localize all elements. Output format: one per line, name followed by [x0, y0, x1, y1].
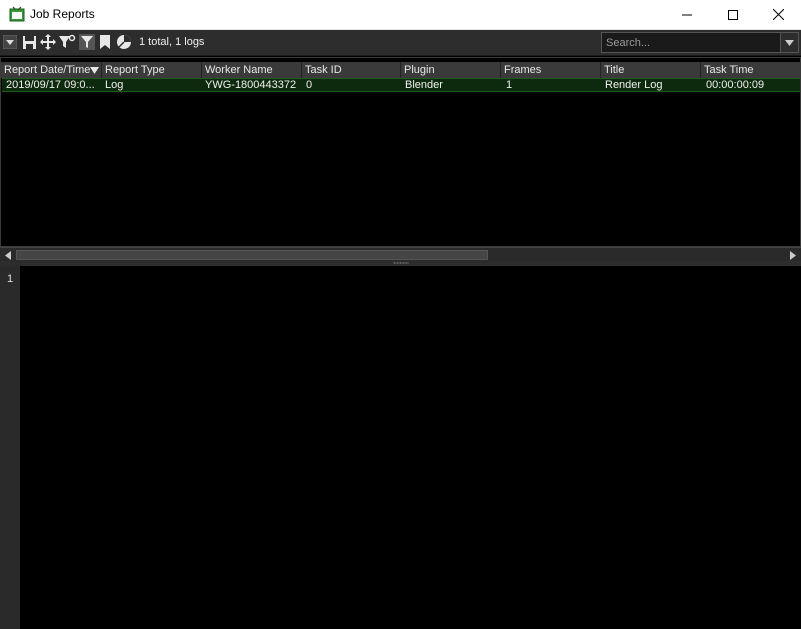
column-header-report-date-time[interactable]: Report Date/Time [1, 62, 102, 78]
scroll-left-button[interactable] [2, 249, 14, 261]
pie-chart-icon[interactable] [115, 33, 133, 51]
table-row[interactable]: 2019/09/17 09:0... Log YWG-1800443372 0 … [2, 78, 800, 92]
chevron-left-icon [5, 250, 11, 260]
column-header-plugin[interactable]: Plugin [401, 62, 501, 78]
menu-dropdown-icon[interactable] [2, 33, 18, 51]
line-number: 1 [7, 273, 14, 285]
search-dropdown-button[interactable] [780, 32, 799, 53]
close-button[interactable] [755, 0, 801, 29]
cell-report-type: Log [105, 79, 124, 91]
table-header: Report Date/Time Report Type Worker Name… [1, 62, 801, 78]
title-bar: Job Reports [0, 0, 801, 30]
column-header-worker-name[interactable]: Worker Name [202, 62, 302, 78]
horizontal-scrollbar[interactable] [0, 247, 801, 261]
move-icon[interactable] [39, 33, 57, 51]
chevron-down-icon [785, 39, 794, 46]
cell-task-id: 0 [306, 79, 313, 91]
filter-settings-icon[interactable] [58, 33, 76, 51]
sort-descending-icon [90, 67, 99, 74]
bookmark-icon[interactable] [98, 33, 112, 51]
scroll-right-button[interactable] [787, 249, 799, 261]
filter-icon[interactable] [78, 33, 96, 51]
splitter-grip-icon [393, 262, 409, 264]
cell-frames: 1 [506, 79, 513, 91]
column-header-task-id[interactable]: Task ID [302, 62, 401, 78]
maximize-button[interactable] [710, 0, 756, 29]
reports-table: Report Date/Time Report Type Worker Name… [0, 57, 801, 247]
close-icon [772, 9, 784, 20]
column-header-title[interactable]: Title [601, 62, 701, 78]
report-summary: 1 total, 1 logs [139, 36, 205, 48]
cell-task-time: 00:00:00:09 [706, 79, 765, 91]
line-number-gutter: 1 [0, 266, 20, 629]
app-icon [9, 6, 25, 22]
log-viewer[interactable]: 1 [0, 266, 801, 629]
window-title: Job Reports [30, 7, 95, 21]
minimize-icon [682, 14, 692, 15]
column-header-frames[interactable]: Frames [501, 62, 601, 78]
chevron-right-icon [790, 250, 796, 260]
cell-worker-name: YWG-1800443372 [205, 79, 297, 91]
save-icon[interactable] [21, 33, 37, 51]
scrollbar-thumb[interactable] [16, 250, 488, 260]
minimize-button[interactable] [664, 0, 710, 29]
toolbar: 1 total, 1 logs [0, 30, 801, 56]
cell-plugin: Blender [405, 79, 443, 91]
search-input[interactable] [601, 32, 781, 53]
cell-title: Render Log [605, 79, 663, 91]
maximize-icon [728, 9, 738, 20]
column-header-task-time[interactable]: Task Time [701, 62, 800, 78]
cell-report-date-time: 2019/09/17 09:0... [6, 79, 95, 91]
column-header-report-type[interactable]: Report Type [102, 62, 202, 78]
